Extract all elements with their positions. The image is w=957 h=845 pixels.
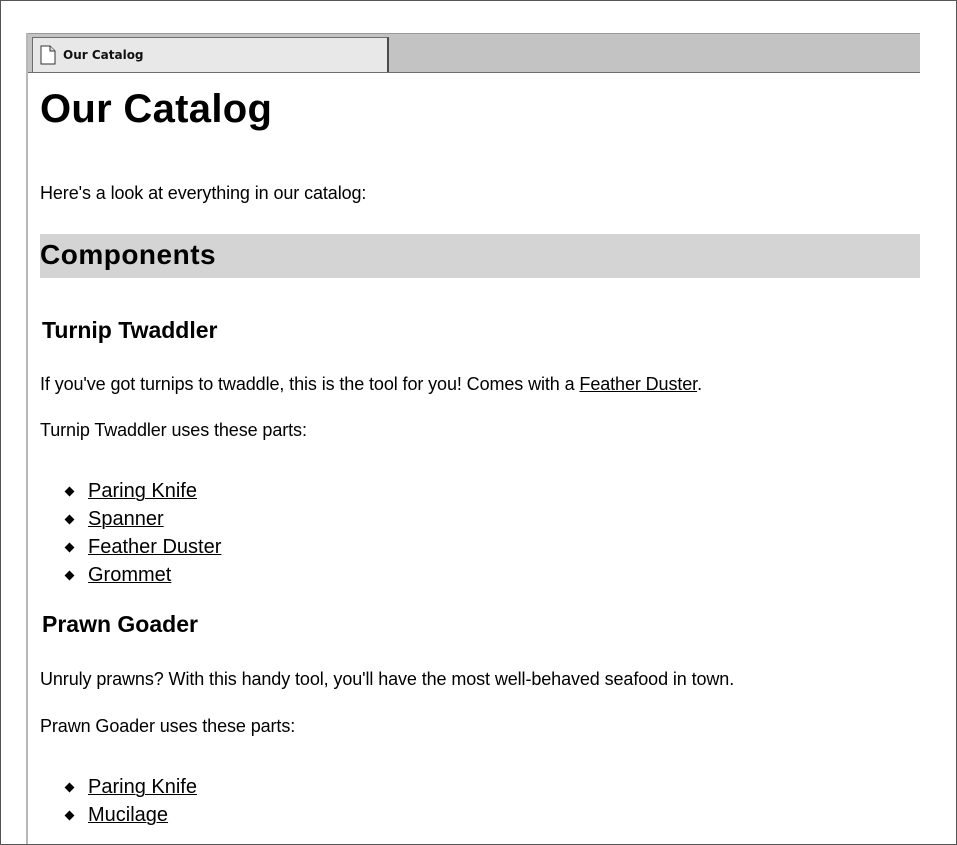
part-link-paring-knife[interactable]: Paring Knife	[88, 477, 197, 505]
product-description: If you've got turnips to twaddle, this i…	[40, 374, 702, 395]
page-title: Our Catalog	[40, 87, 273, 131]
list-item: Mucilage	[64, 801, 197, 829]
bullet-icon	[64, 486, 75, 496]
bullet-icon	[64, 542, 75, 552]
page-content: Our Catalog Here's a look at everything …	[28, 73, 920, 844]
intro-text: Here's a look at everything in our catal…	[40, 183, 367, 203]
tab-bar: Our Catalog	[28, 33, 920, 73]
product-title-prawn-goader: Prawn Goader	[42, 611, 198, 637]
part-link-feather-duster[interactable]: Feather Duster	[88, 533, 221, 561]
bullet-icon	[64, 570, 75, 580]
parts-label: Prawn Goader uses these parts:	[40, 716, 296, 736]
description-text: If you've got turnips to twaddle, this i…	[40, 374, 580, 394]
description-end: .	[697, 374, 702, 394]
tab-our-catalog[interactable]: Our Catalog	[32, 37, 389, 72]
list-item: Paring Knife	[64, 477, 221, 505]
section-title: Components	[40, 239, 217, 270]
parts-list-prawn-goader: Paring Knife Mucilage	[64, 773, 197, 829]
part-link-spanner[interactable]: Spanner	[88, 505, 164, 533]
document-icon	[40, 45, 56, 65]
part-link-mucilage[interactable]: Mucilage	[88, 801, 168, 829]
parts-label: Turnip Twaddler uses these parts:	[40, 420, 307, 440]
bullet-icon	[64, 514, 75, 524]
list-item: Feather Duster	[64, 533, 221, 561]
browser-window: Our Catalog Our Catalog Here's a look at…	[26, 33, 920, 844]
list-item: Grommet	[64, 561, 221, 589]
section-header-components: Components	[40, 234, 920, 278]
part-link-paring-knife[interactable]: Paring Knife	[88, 773, 197, 801]
product-title-turnip-twaddler: Turnip Twaddler	[42, 317, 218, 343]
parts-list-turnip-twaddler: Paring Knife Spanner Feather Duster Grom…	[64, 477, 221, 589]
list-item: Paring Knife	[64, 773, 197, 801]
list-item: Spanner	[64, 505, 221, 533]
bullet-icon	[64, 782, 75, 792]
part-link-grommet[interactable]: Grommet	[88, 561, 171, 589]
tab-title: Our Catalog	[63, 48, 144, 62]
feather-duster-link[interactable]: Feather Duster	[579, 374, 697, 394]
bullet-icon	[64, 810, 75, 820]
product-description: Unruly prawns? With this handy tool, you…	[40, 669, 735, 689]
screenshot-frame: Our Catalog Our Catalog Here's a look at…	[0, 0, 957, 845]
